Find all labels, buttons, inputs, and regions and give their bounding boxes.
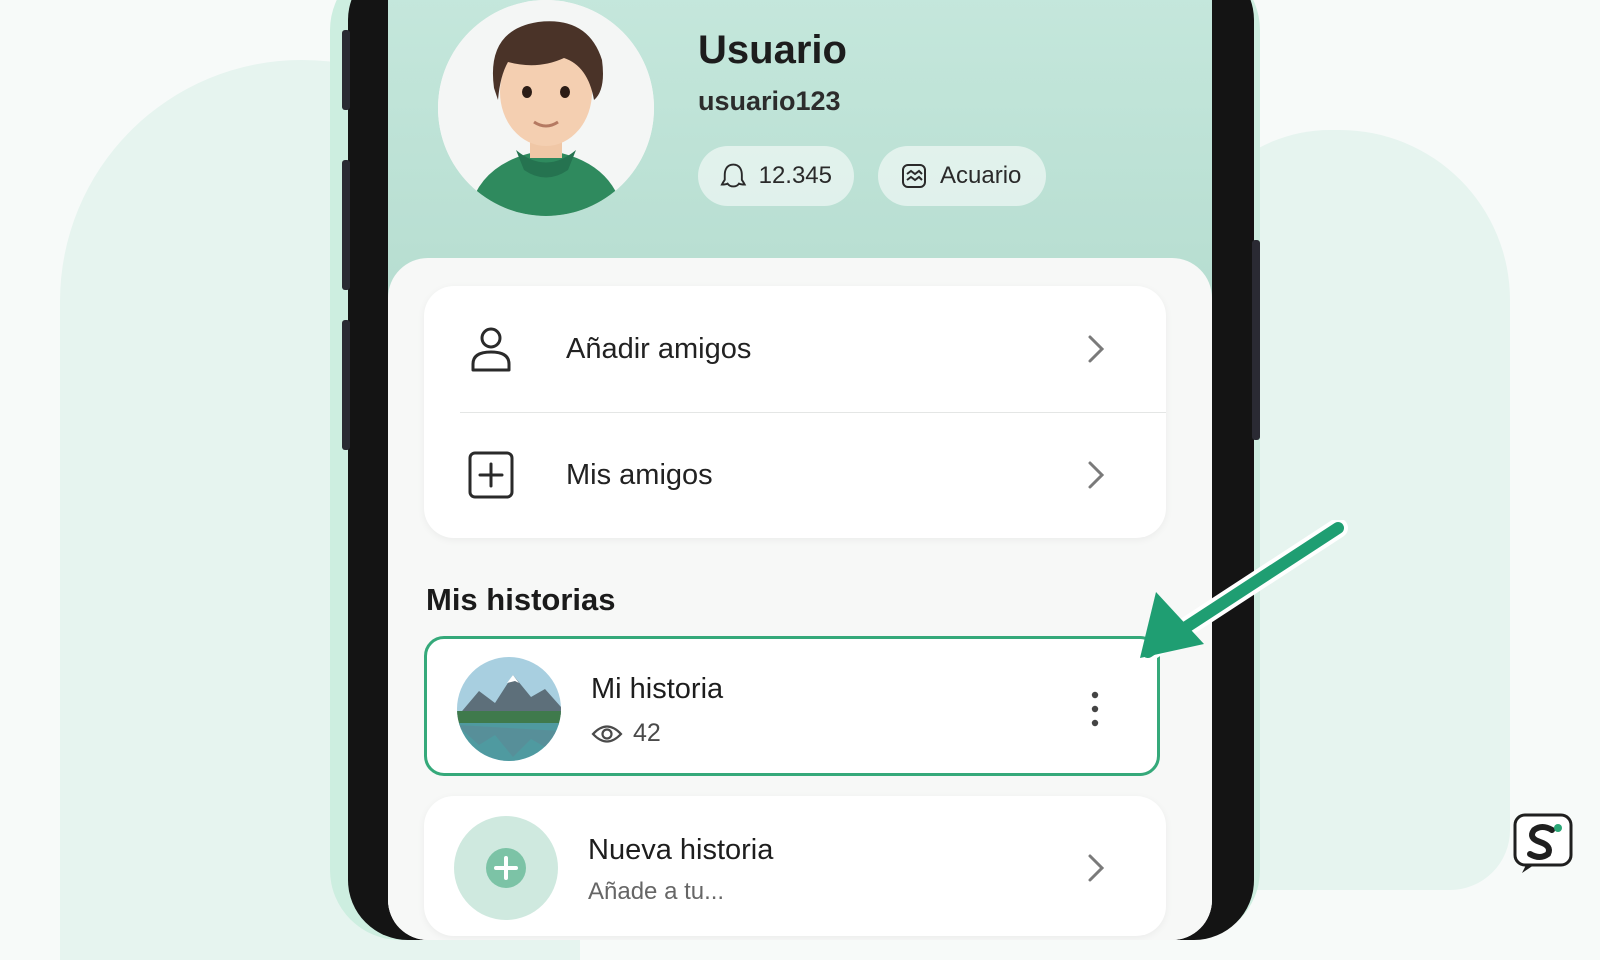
highlight-arrow-icon [1138,520,1348,662]
new-story-thumbnail [454,816,558,920]
new-story-title: Nueva historia [588,834,774,866]
menu-item-my-friends[interactable]: Mis amigos [424,412,1166,538]
section-title-stories: Mis historias [426,582,616,617]
plus-square-icon [468,451,514,499]
more-options-icon[interactable] [1085,689,1105,729]
brand-logo-icon [1513,813,1573,873]
story-views: 42 [591,719,661,748]
zodiac-chip[interactable]: Acuario [878,146,1046,206]
menu-item-add-friends[interactable]: Añadir amigos [424,286,1166,412]
story-item-my-story[interactable]: Mi historia 42 [424,636,1160,776]
phone-volume-down-button [342,320,350,450]
story-item-new-story[interactable]: Nueva historia Añade a tu... [424,796,1166,936]
story-views-count: 42 [633,719,661,747]
story-title: Mi historia [591,673,724,705]
score-chip[interactable]: 12.345 [698,146,854,206]
phone-power-button [1252,240,1260,440]
profile-display-name: Usuario [698,28,847,72]
avatar[interactable] [438,0,654,216]
zodiac-label: Acuario [940,162,1022,189]
chevron-right-icon [1088,461,1105,489]
profile-username: usuario123 [698,86,841,116]
menu-item-label: Mis amigos [566,458,713,491]
phone-screen: Usuario usuario123 12.345 Acuario Añadir… [388,0,1212,940]
add-story-icon [486,848,526,888]
phone-volume-up-button [342,160,350,290]
person-icon [471,327,511,372]
eye-icon [591,724,623,743]
friends-menu-card: Añadir amigos Mis amigos [424,286,1166,538]
chevron-right-icon [1088,854,1105,882]
story-thumbnail [457,657,561,761]
phone-side-button [342,30,350,110]
score-value: 12.345 [758,162,832,189]
menu-item-label: Añadir amigos [566,332,752,365]
ghost-icon [720,163,747,188]
zodiac-icon [902,164,926,188]
chevron-right-icon [1088,335,1105,363]
new-story-subtitle: Añade a tu... [588,878,725,905]
